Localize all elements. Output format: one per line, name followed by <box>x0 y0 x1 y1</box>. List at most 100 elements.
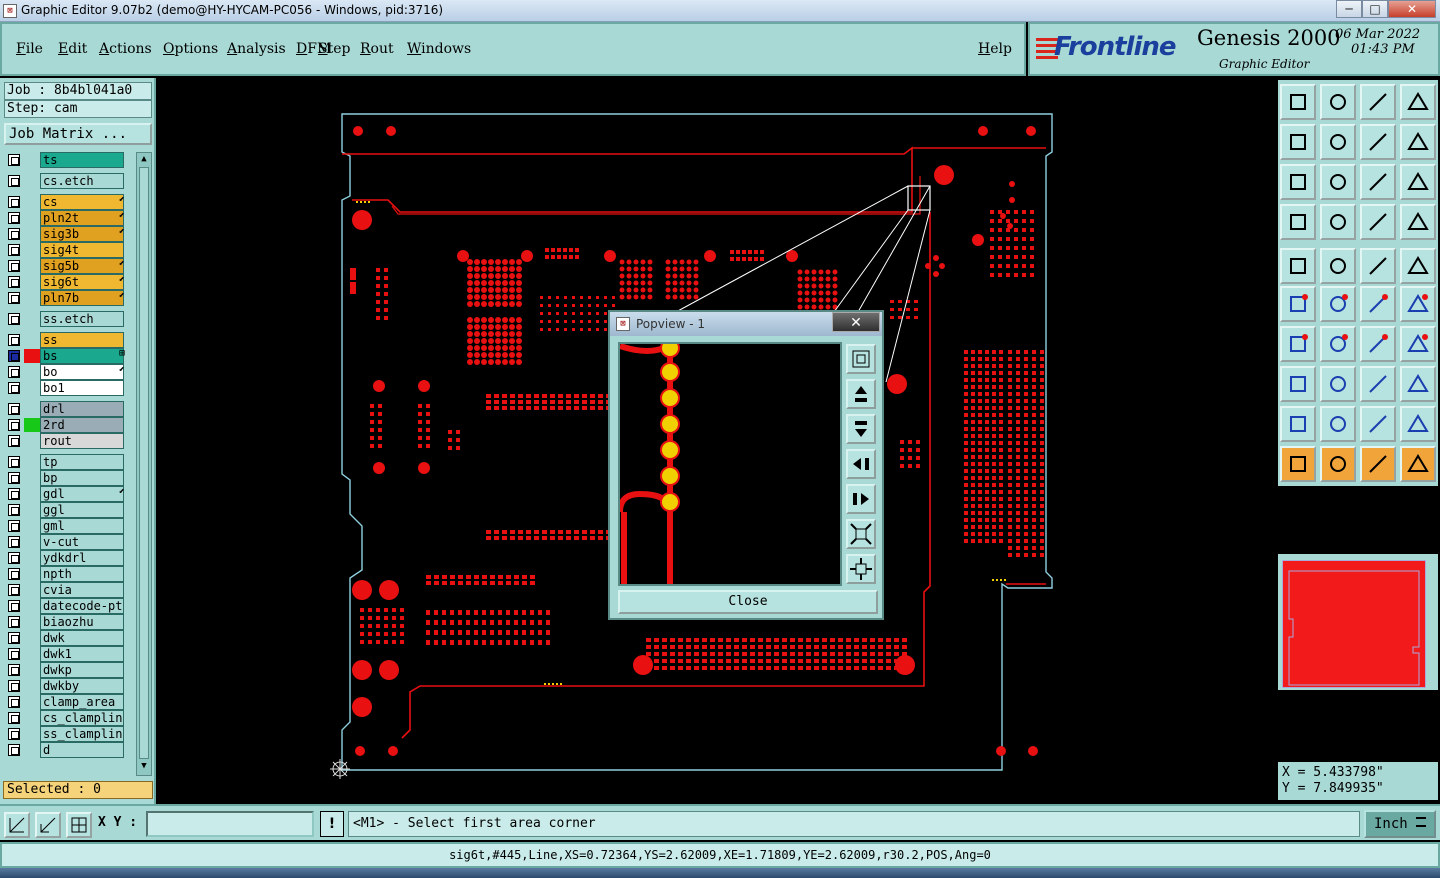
layer-display-swatch[interactable] <box>24 381 40 395</box>
popview-pan-down-icon[interactable] <box>846 414 876 444</box>
pan-right-icon[interactable] <box>1320 124 1356 160</box>
scale-one-two-icon[interactable] <box>1360 164 1396 200</box>
layer-name[interactable]: cs.etch <box>40 173 124 189</box>
layer-row[interactable]: sig3b ⬋ <box>4 226 128 242</box>
layer-row[interactable]: ts <box>4 152 128 168</box>
layer-affected-checkbox[interactable] <box>8 350 20 362</box>
pad-icon[interactable] <box>1280 248 1316 284</box>
layer-affected-checkbox[interactable] <box>8 472 20 484</box>
layer-name[interactable]: biaozhu <box>40 614 124 630</box>
zoom-in-icon[interactable] <box>1320 84 1356 120</box>
layer-affected-checkbox[interactable] <box>8 419 20 431</box>
scroll-down-icon[interactable]: ▼ <box>139 761 149 771</box>
rotate-icon[interactable] <box>1400 124 1436 160</box>
layer-display-swatch[interactable] <box>24 535 40 549</box>
layer-rules-red-icon[interactable] <box>1400 204 1436 240</box>
minimize-button[interactable]: ─ <box>1336 0 1362 18</box>
layer-row[interactable]: bp <box>4 470 128 486</box>
layer-name[interactable]: sig5b <box>40 258 124 274</box>
layer-display-swatch[interactable] <box>24 434 40 448</box>
minus-icon[interactable] <box>1320 366 1356 402</box>
layer-row[interactable]: ggl <box>4 502 128 518</box>
layer-name[interactable]: bp <box>40 470 124 486</box>
layer-row[interactable]: clamp_area <box>4 694 128 710</box>
popview-zoom-home-icon[interactable] <box>846 344 876 374</box>
layer-display-swatch[interactable] <box>24 312 40 326</box>
layer-name[interactable]: sig3b <box>40 226 124 242</box>
layer-name[interactable]: ggl <box>40 502 124 518</box>
zoom-window-icon[interactable] <box>1400 84 1436 120</box>
layer-affected-checkbox[interactable] <box>8 366 20 378</box>
layer-affected-checkbox[interactable] <box>8 292 20 304</box>
layer-display-swatch[interactable] <box>24 487 40 501</box>
layer-row[interactable]: bo ⬋ <box>4 364 128 380</box>
layer-row[interactable]: dwkby <box>4 678 128 694</box>
menu-help[interactable]: Help <box>978 41 1012 57</box>
center-icon[interactable] <box>1320 164 1356 200</box>
layer-affected-checkbox[interactable] <box>8 552 20 564</box>
popview-pan-up-icon[interactable] <box>846 379 876 409</box>
layer-affected-checkbox[interactable] <box>8 456 20 468</box>
menu-file[interactable]: File <box>16 41 43 57</box>
menu-actions[interactable]: Actions <box>99 41 152 57</box>
layer-affected-checkbox[interactable] <box>8 728 20 740</box>
layer-row[interactable]: ss_clampline <box>4 726 128 742</box>
layer-display-swatch[interactable] <box>24 743 40 757</box>
layer-display-swatch[interactable] <box>24 418 40 432</box>
job-matrix-button[interactable]: Job Matrix ... <box>4 123 152 145</box>
layer-display-swatch[interactable] <box>24 727 40 741</box>
layer-affected-checkbox[interactable] <box>8 520 20 532</box>
layer-name[interactable]: sig4t <box>40 242 124 258</box>
layer-affected-checkbox[interactable] <box>8 744 20 756</box>
menu-edit[interactable]: Edit <box>58 41 87 57</box>
layer-display-swatch[interactable] <box>24 695 40 709</box>
angle-icon[interactable] <box>1280 326 1316 362</box>
pan-left-icon[interactable] <box>1280 124 1316 160</box>
pointer-circle-icon[interactable] <box>1360 446 1396 482</box>
cross-icon[interactable] <box>1320 286 1356 322</box>
layer-affected-checkbox[interactable] <box>8 664 20 676</box>
layer-scrollbar[interactable]: ▲ ▼ <box>136 152 152 776</box>
layer-affected-checkbox[interactable] <box>8 488 20 500</box>
layer-affected-checkbox[interactable] <box>8 196 20 208</box>
layer-display-swatch[interactable] <box>24 567 40 581</box>
popview-zoom-in-icon[interactable] <box>846 554 876 584</box>
layer-row[interactable]: bo1 <box>4 380 128 396</box>
layer-row[interactable]: npth <box>4 566 128 582</box>
layer-affected-checkbox[interactable] <box>8 403 20 415</box>
layer-display-swatch[interactable] <box>24 647 40 661</box>
layer-row[interactable]: tp <box>4 454 128 470</box>
layer-affected-checkbox[interactable] <box>8 584 20 596</box>
layer-rules-icon[interactable] <box>1360 204 1396 240</box>
zoom-home-icon[interactable] <box>1280 84 1316 120</box>
node-icon[interactable] <box>1280 286 1316 322</box>
layer-name[interactable]: gml <box>40 518 124 534</box>
popview-pan-right-icon[interactable] <box>846 484 876 514</box>
layer-row[interactable]: rout <box>4 433 128 449</box>
layer-display-swatch[interactable] <box>24 275 40 289</box>
layer-affected-checkbox[interactable] <box>8 260 20 272</box>
layer-row[interactable]: v-cut <box>4 534 128 550</box>
layer-row[interactable]: cvia <box>4 582 128 598</box>
split-icon[interactable] <box>1400 326 1436 362</box>
popview-viewport[interactable] <box>617 338 842 586</box>
menu-step[interactable]: Step <box>318 41 350 57</box>
pads-select-icon[interactable] <box>1280 366 1316 402</box>
segment-red-icon[interactable] <box>1400 286 1436 322</box>
triangle-a-icon[interactable] <box>1320 406 1356 442</box>
layer-affected-checkbox[interactable] <box>8 504 20 516</box>
layer-row[interactable]: sig6t ⬋ <box>4 274 128 290</box>
triangle-icon[interactable] <box>1280 406 1316 442</box>
layer-name[interactable]: cs_clampline <box>40 710 124 726</box>
segment-icon[interactable] <box>1360 286 1396 322</box>
popview-zoom-out-icon[interactable] <box>846 519 876 549</box>
layer-display-swatch[interactable] <box>24 663 40 677</box>
layer-display-swatch[interactable] <box>24 711 40 725</box>
layer-affected-checkbox[interactable] <box>8 435 20 447</box>
layer-display-swatch[interactable] <box>24 402 40 416</box>
layer-row[interactable]: d <box>4 742 128 758</box>
mirror-icon[interactable] <box>1360 124 1396 160</box>
layer-row[interactable]: 2rd <box>4 417 128 433</box>
grid-icon[interactable] <box>1320 204 1356 240</box>
shapes-icon[interactable] <box>1400 366 1436 402</box>
